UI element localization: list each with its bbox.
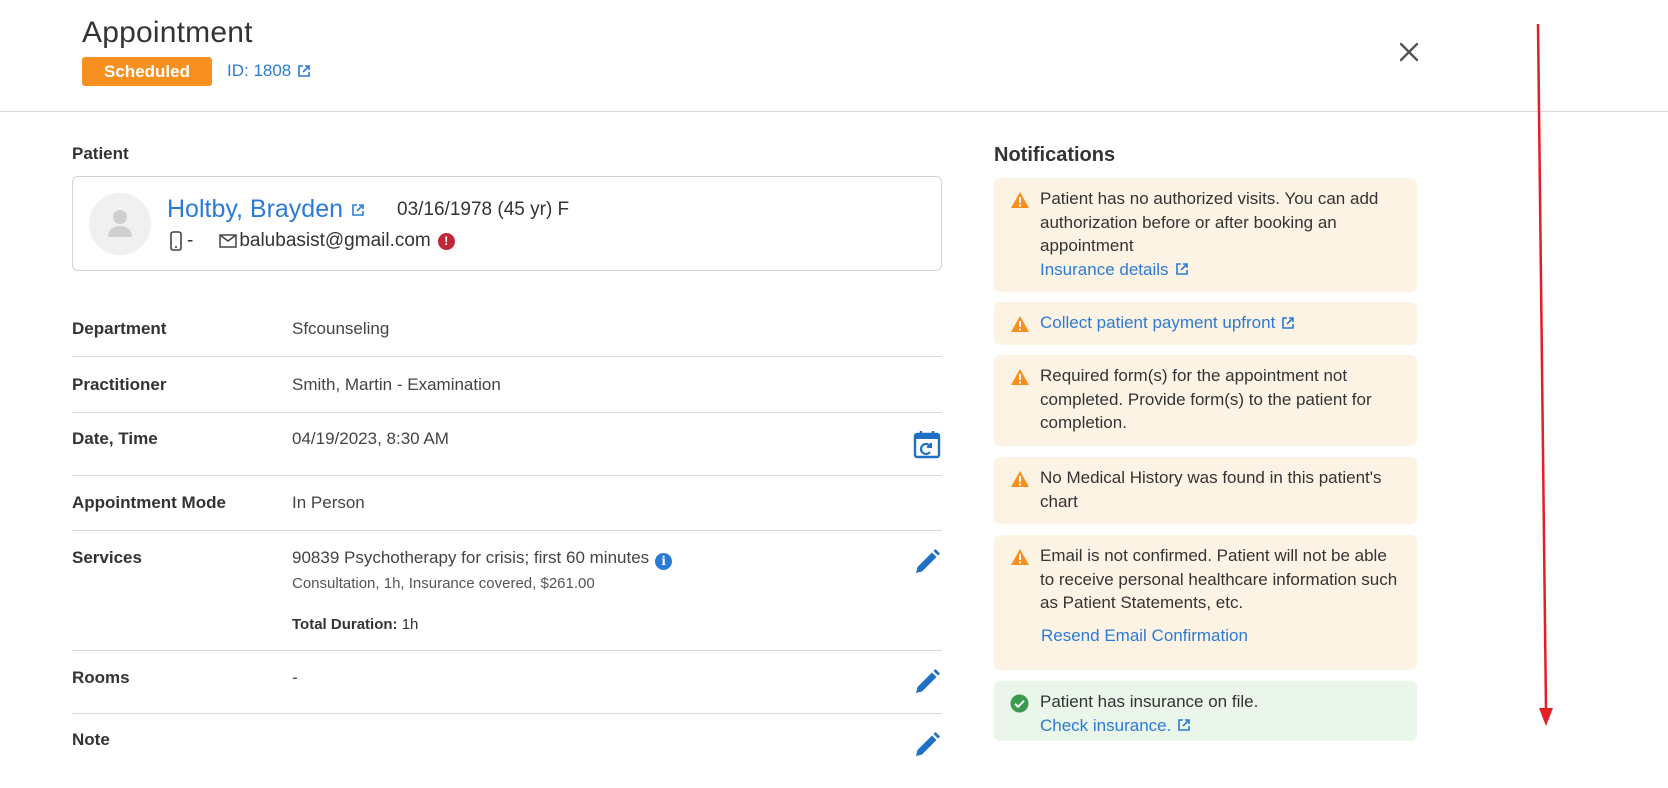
external-link-icon	[1282, 316, 1295, 329]
collect-payment-link-text: Collect patient payment upfront	[1040, 313, 1276, 332]
rooms-value: -	[292, 668, 298, 687]
check-insurance-link-text: Check insurance.	[1040, 715, 1172, 735]
total-duration-value: 1h	[401, 616, 419, 633]
pencil-icon[interactable]	[912, 547, 942, 577]
appointment-id-text: ID: 1808	[227, 61, 292, 80]
notification-text: Email is not confirmed. Patient will not…	[1040, 546, 1398, 612]
collect-payment-link[interactable]: Collect patient payment upfront	[1040, 311, 1295, 335]
note-row: Note	[72, 714, 942, 788]
services-label: Services	[72, 548, 142, 567]
patient-name: Holtby, Brayden	[167, 195, 344, 223]
notification-text: Patient has insurance on file.	[1040, 692, 1259, 711]
warning-triangle-icon	[1011, 471, 1029, 487]
services-value: 90839 Psychotherapy for crisis; first 60…	[292, 548, 673, 570]
info-icon[interactable]: i	[655, 553, 673, 570]
pencil-icon[interactable]	[912, 730, 942, 760]
notification-authorization: Patient has no authorized visits. You ca…	[994, 178, 1417, 292]
service-name: 90839 Psychotherapy for crisis; first 60…	[292, 548, 650, 567]
notification-email: Email is not confirmed. Patient will not…	[994, 535, 1417, 670]
external-link-icon	[1175, 263, 1188, 276]
total-duration: Total Duration: 1h	[292, 616, 418, 633]
total-duration-label: Total Duration:	[292, 616, 398, 633]
close-icon[interactable]	[1393, 36, 1425, 68]
status-badge: Scheduled	[82, 57, 212, 86]
error-icon[interactable]: !	[437, 232, 455, 250]
rooms-row: Rooms -	[72, 651, 942, 714]
notification-forms: Required form(s) for the appointment not…	[994, 355, 1417, 446]
patient-phone: -	[187, 230, 194, 251]
practitioner-label: Practitioner	[72, 375, 167, 394]
appointment-id-link[interactable]: ID: 1808	[227, 61, 311, 81]
avatar-placeholder-icon	[89, 193, 151, 255]
department-row: Department Sfcounseling	[72, 300, 942, 357]
services-row: Services 90839 Psychotherapy for crisis;…	[72, 531, 942, 651]
insurance-details-link-text: Insurance details	[1040, 259, 1169, 279]
note-label: Note	[72, 730, 110, 749]
notification-text: Patient has no authorized visits. You ca…	[1040, 189, 1379, 255]
scroll-down-arrow-annotation	[1536, 23, 1553, 726]
external-link-icon	[1178, 719, 1191, 732]
notifications-title: Notifications	[994, 144, 1116, 166]
calendar-refresh-icon[interactable]	[912, 429, 942, 459]
resend-email-link[interactable]: Resend Email Confirmation	[1041, 624, 1248, 648]
warning-triangle-icon	[1011, 549, 1029, 565]
notification-payment: Collect patient payment upfront	[994, 302, 1417, 345]
service-details: Consultation, 1h, Insurance covered, $26…	[292, 575, 595, 592]
rooms-label: Rooms	[72, 668, 130, 687]
patient-dob: 03/16/1978 (45 yr) F	[397, 199, 570, 220]
mode-value: In Person	[292, 493, 365, 512]
insurance-details-link[interactable]: Insurance details	[1040, 258, 1189, 282]
mode-label: Appointment Mode	[72, 493, 226, 512]
warning-triangle-icon	[1011, 316, 1029, 332]
patient-name-link[interactable]: Holtby, Brayden	[167, 195, 365, 224]
datetime-value: 04/19/2023, 8:30 AM	[292, 429, 449, 448]
practitioner-value: Smith, Martin - Examination	[292, 375, 501, 394]
phone-icon	[170, 231, 182, 251]
mail-icon	[219, 234, 238, 248]
external-link-icon	[352, 203, 364, 216]
page-title: Appointment	[82, 16, 253, 49]
department-label: Department	[72, 319, 167, 338]
notification-insurance: Patient has insurance on file. Check ins…	[994, 681, 1417, 741]
patient-contact: - balubasist@gmail.com !	[169, 230, 455, 252]
patient-email: balubasist@gmail.com	[239, 230, 431, 251]
patient-card: Holtby, Brayden 03/16/1978 (45 yr) F - b…	[72, 176, 942, 271]
dialog-header: Appointment Scheduled ID: 1808	[0, 0, 1668, 112]
notification-text: Required form(s) for the appointment not…	[1040, 366, 1372, 432]
practitioner-row: Practitioner Smith, Martin - Examination	[72, 357, 942, 413]
datetime-label: Date, Time	[72, 429, 158, 448]
mode-row: Appointment Mode In Person	[72, 476, 942, 531]
check-insurance-link[interactable]: Check insurance.	[1040, 714, 1191, 738]
department-value: Sfcounseling	[292, 319, 390, 338]
external-link-icon	[298, 65, 311, 77]
pencil-icon[interactable]	[912, 667, 942, 697]
warning-triangle-icon	[1011, 192, 1029, 208]
check-circle-icon	[1010, 694, 1029, 713]
warning-triangle-icon	[1011, 369, 1029, 385]
notification-text: No Medical History was found in this pat…	[1040, 468, 1382, 511]
datetime-row: Date, Time 04/19/2023, 8:30 AM	[72, 413, 942, 476]
patient-section-label: Patient	[72, 144, 129, 163]
notification-medical-history: No Medical History was found in this pat…	[994, 457, 1417, 524]
